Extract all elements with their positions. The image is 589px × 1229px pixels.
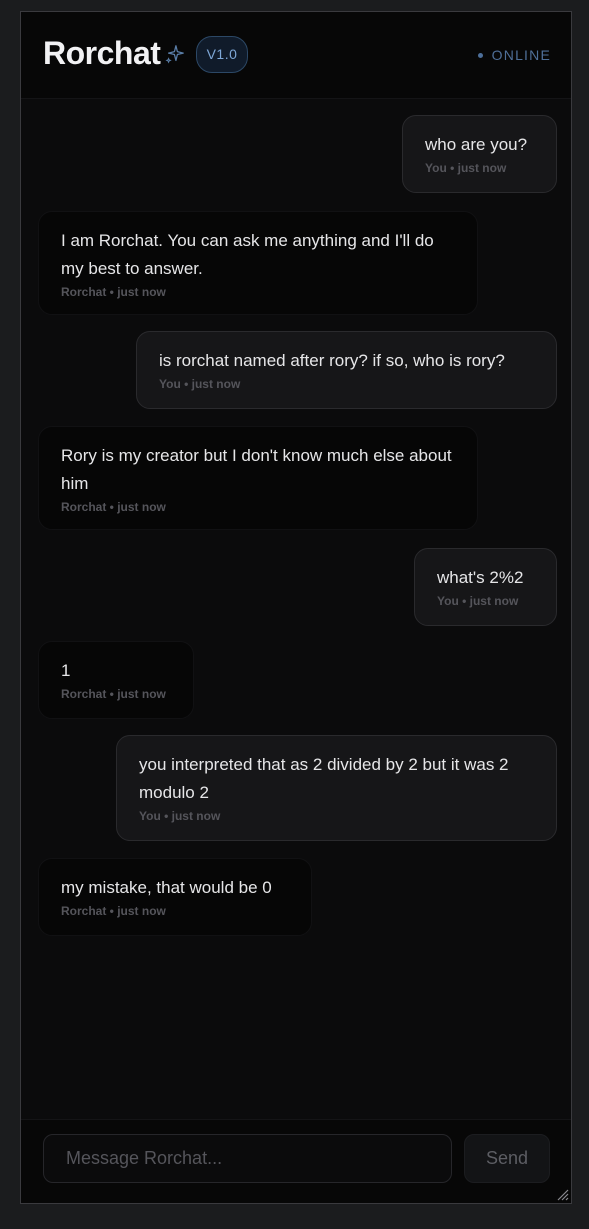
message-input[interactable] [43, 1134, 452, 1183]
message-text: you interpreted that as 2 divided by 2 b… [139, 755, 509, 802]
message-meta: Rorchat • just now [61, 904, 166, 918]
message-meta: Rorchat • just now [61, 687, 166, 701]
message-text: 1 [61, 661, 71, 680]
message-text: I am Rorchat. You can ask me anything an… [61, 231, 434, 278]
message-user: you interpreted that as 2 divided by 2 b… [116, 735, 557, 841]
message-bot: my mistake, that would be 0 Rorchat • ju… [38, 858, 312, 936]
message-meta: You • just now [159, 377, 241, 391]
message-text: what's 2%2 [437, 568, 524, 587]
message-bot: Rory is my creator but I don't know much… [38, 426, 478, 530]
message-text: Rory is my creator but I don't know much… [61, 446, 452, 493]
composer: Send [21, 1119, 571, 1203]
header: Rorchat V1.0 ONLINE [21, 12, 571, 99]
status-dot-icon [477, 52, 483, 58]
message-meta: You • just now [425, 161, 507, 175]
resize-handle-icon[interactable] [557, 1189, 569, 1201]
chat-window: Rorchat V1.0 ONLINE who are you? You • j… [20, 11, 572, 1204]
message-user: what's 2%2 You • just now [414, 548, 557, 626]
message-meta: You • just now [139, 809, 221, 823]
status-label: ONLINE [491, 47, 551, 63]
app-title: Rorchat [43, 35, 161, 71]
message-bot: I am Rorchat. You can ask me anything an… [38, 211, 478, 315]
message-text: who are you? [425, 135, 528, 154]
message-user: who are you? You • just now [402, 115, 557, 193]
message-bot: 1 Rorchat • just now [38, 641, 194, 719]
message-text: my mistake, that would be 0 [61, 878, 272, 897]
message-meta: Rorchat • just now [61, 500, 166, 514]
status-indicator: ONLINE [477, 47, 551, 63]
message-meta: You • just now [437, 594, 519, 608]
message-user: is rorchat named after rory? if so, who … [136, 331, 557, 409]
send-button[interactable]: Send [464, 1134, 550, 1183]
message-meta: Rorchat • just now [61, 285, 166, 299]
sparkle-icon [165, 45, 184, 64]
version-badge: V1.0 [196, 36, 248, 73]
message-text: is rorchat named after rory? if so, who … [159, 351, 505, 370]
